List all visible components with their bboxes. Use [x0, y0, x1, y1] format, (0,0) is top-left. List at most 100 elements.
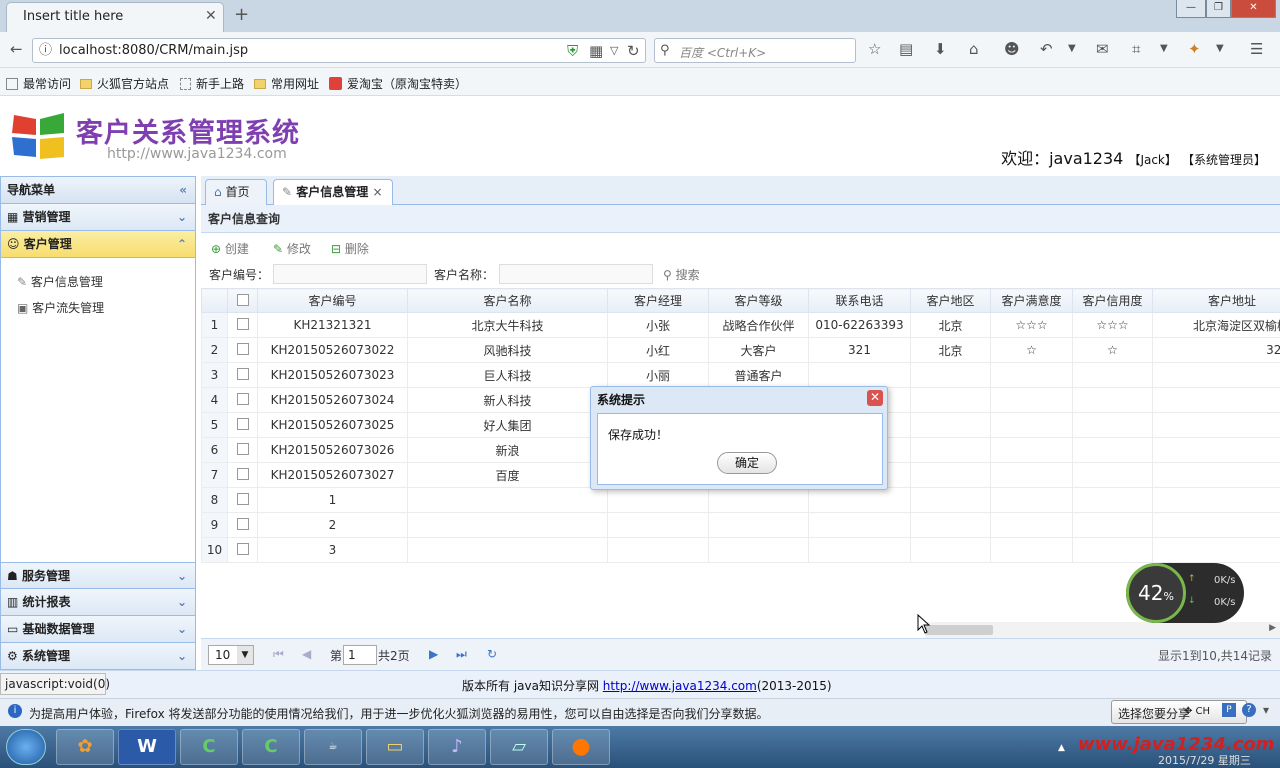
sidebar-menu-marketing[interactable]: ▦ 营销管理 ⌄: [1, 204, 195, 231]
message-icon[interactable]: ✉: [1096, 40, 1109, 58]
sidebar-item-customer-info[interactable]: ✎ 客户信息管理: [17, 273, 103, 290]
page-size-select[interactable]: 10 ▼: [208, 645, 254, 665]
refresh-icon[interactable]: ↻: [487, 647, 497, 661]
tab-customer-info[interactable]: ✎ 客户信息管理 ×: [273, 179, 393, 206]
sidebar-item-customer-loss[interactable]: ▣ 客户流失管理: [17, 299, 104, 316]
site-link[interactable]: http://www.java1234.com: [603, 679, 757, 693]
dropdown-icon[interactable]: ▽: [610, 42, 618, 60]
notepad-icon[interactable]: ▱: [490, 729, 548, 765]
prev-page-icon[interactable]: ◀: [302, 647, 311, 661]
column-header[interactable]: 客户地区: [910, 288, 991, 313]
close-window-icon[interactable]: ✕: [1231, 0, 1276, 18]
browser-tab[interactable]: Insert title here ✕: [6, 2, 224, 32]
table-row[interactable]: 2KH20150526073022风驰科技小红大客户321北京☆☆321: [201, 337, 1280, 363]
camtasia-icon[interactable]: C: [242, 729, 300, 765]
row-checkbox[interactable]: [227, 312, 258, 338]
back-icon[interactable]: ←: [10, 40, 23, 58]
collapse-icon[interactable]: «: [179, 177, 187, 203]
column-header[interactable]: 客户等级: [708, 288, 809, 313]
scroll-right-icon[interactable]: ▶: [1269, 623, 1276, 633]
delete-button[interactable]: ⊟ 删除: [331, 240, 369, 257]
select-all-checkbox[interactable]: [227, 288, 258, 313]
search-button[interactable]: ⚲ 搜索: [663, 266, 700, 283]
start-button[interactable]: [6, 729, 46, 765]
sidebar-menu-customer[interactable]: ☺ 客户管理 ⌃: [1, 231, 195, 258]
search-box[interactable]: ⚲ 百度 <Ctrl+K>: [654, 38, 856, 63]
download-icon[interactable]: ⬇: [934, 40, 947, 58]
close-tab-icon[interactable]: ×: [372, 185, 382, 199]
horizontal-scrollbar[interactable]: ▶: [925, 622, 1280, 638]
row-checkbox[interactable]: [227, 437, 258, 463]
dropdown-icon[interactable]: ▼: [1068, 40, 1076, 58]
camtasia-icon[interactable]: C: [180, 729, 238, 765]
reading-list-icon[interactable]: ▤: [899, 40, 913, 58]
column-header[interactable]: 客户名称: [407, 288, 608, 313]
bookmark-most-visited[interactable]: 最常访问: [6, 75, 71, 92]
bookmark-getting-started[interactable]: 新手上路: [180, 75, 244, 92]
menu-icon[interactable]: ☰: [1250, 40, 1263, 58]
chat-icon[interactable]: ☻: [1004, 40, 1020, 58]
qr-code-icon[interactable]: ▦: [589, 42, 603, 60]
row-checkbox[interactable]: [227, 487, 258, 513]
column-header[interactable]: 客户地址: [1152, 288, 1280, 313]
eclipse-icon[interactable]: ☕: [304, 729, 362, 765]
last-page-icon[interactable]: ⏭: [456, 647, 467, 662]
bookmark-taobao[interactable]: 爱淘宝（原淘宝特卖）: [329, 75, 467, 92]
row-checkbox[interactable]: [227, 412, 258, 438]
sidebar-menu-basedata[interactable]: ▭ 基础数据管理 ⌄: [1, 616, 195, 643]
row-checkbox[interactable]: [227, 387, 258, 413]
sidebar-menu-reports[interactable]: ▥ 统计报表 ⌄: [1, 589, 195, 616]
customer-name-input[interactable]: [499, 264, 653, 284]
reload-icon[interactable]: ↻: [627, 42, 640, 60]
row-checkbox[interactable]: [227, 462, 258, 488]
table-row[interactable]: 81: [201, 487, 1280, 513]
column-header[interactable]: 客户经理: [607, 288, 709, 313]
scrollbar-thumb[interactable]: [925, 625, 993, 635]
help-icon[interactable]: ?: [1242, 703, 1256, 717]
bookmark-star-icon[interactable]: ☆: [868, 40, 881, 58]
row-checkbox[interactable]: [227, 512, 258, 538]
url-bar[interactable]: ⓘ localhost:8080/CRM/main.jsp ⛨ ▦ ▽ ↻: [32, 38, 646, 63]
row-checkbox[interactable]: [227, 362, 258, 388]
maximize-icon[interactable]: ❐: [1206, 0, 1231, 18]
new-tab-icon[interactable]: +: [234, 4, 249, 25]
undo-icon[interactable]: ↶: [1040, 40, 1053, 58]
minimize-icon[interactable]: —: [1176, 0, 1206, 18]
bookmark-common-sites[interactable]: 常用网址: [254, 75, 319, 92]
edit-button[interactable]: ✎ 修改: [273, 240, 311, 257]
word-icon[interactable]: W: [118, 729, 176, 765]
customer-code-input[interactable]: [273, 264, 427, 284]
tray-expand-icon[interactable]: ▲: [1058, 743, 1065, 753]
row-checkbox[interactable]: [227, 337, 258, 363]
app-icon[interactable]: ♪: [428, 729, 486, 765]
column-header[interactable]: 客户编号: [257, 288, 408, 313]
column-header[interactable]: 客户满意度: [990, 288, 1073, 313]
ok-button[interactable]: 确定: [717, 452, 777, 474]
addon-icon[interactable]: ✦: [1188, 40, 1201, 58]
shield-icon[interactable]: ⛨: [567, 42, 578, 60]
row-checkbox[interactable]: [227, 537, 258, 563]
table-row[interactable]: 10 3: [201, 537, 1280, 563]
close-tab-icon[interactable]: ✕: [205, 8, 217, 24]
sidebar-menu-system[interactable]: ⚙ 系统管理 ⌄: [1, 643, 195, 670]
keyboard-icon[interactable]: P: [1222, 703, 1236, 717]
network-gauge[interactable]: 42% ↑ 0K/s ↓ 0K/s: [1126, 563, 1244, 623]
create-button[interactable]: ⊕ 创建: [211, 240, 249, 257]
page-number-input[interactable]: 1: [343, 645, 377, 665]
close-icon[interactable]: ✕: [867, 390, 883, 406]
table-row[interactable]: 92: [201, 512, 1280, 538]
file-explorer-icon[interactable]: ▭: [366, 729, 424, 765]
next-page-icon[interactable]: ▶: [429, 647, 438, 661]
bookmark-firefox-site[interactable]: 火狐官方站点: [80, 75, 169, 92]
table-row[interactable]: 3 KH20150526073023 巨人科技 小丽 普通客户: [201, 362, 1280, 388]
home-icon[interactable]: ⌂: [969, 40, 979, 58]
dropdown-icon[interactable]: ▼: [1216, 40, 1224, 58]
column-header[interactable]: 客户信用度: [1072, 288, 1153, 313]
table-row[interactable]: 1 KH21321321 北京大牛科技 小张 战略合作伙伴 010-62263393 北京 ☆…: [201, 312, 1280, 338]
firefox-icon[interactable]: ●: [552, 729, 610, 765]
first-page-icon[interactable]: ⏮: [273, 647, 284, 662]
settings-icon[interactable]: ▾: [1263, 703, 1269, 717]
tab-home[interactable]: ⌂ 首页: [205, 179, 267, 205]
sidebar-menu-service[interactable]: ☗ 服务管理 ⌄: [1, 562, 195, 589]
crop-icon[interactable]: ⌗: [1132, 40, 1140, 58]
